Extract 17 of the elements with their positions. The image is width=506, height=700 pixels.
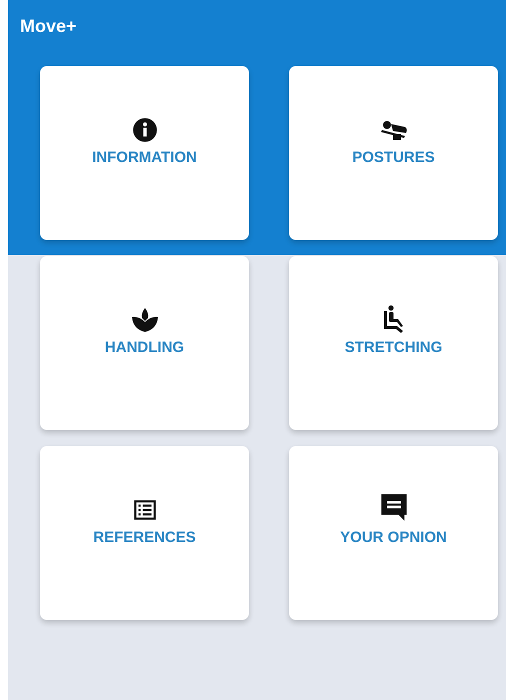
chat-icon <box>380 492 408 522</box>
reclining-person-icon <box>378 118 408 142</box>
menu-tile[interactable]: INFORMATION <box>40 66 249 240</box>
menu-tile[interactable]: POSTURES <box>289 66 498 240</box>
menu-tile[interactable]: REFERENCES <box>40 446 249 620</box>
tile-label: INFORMATION <box>92 148 197 166</box>
tile-label: STRETCHING <box>344 338 442 356</box>
tile-label: REFERENCES <box>93 528 196 546</box>
info-icon <box>132 116 158 142</box>
menu-tile[interactable]: STRETCHING <box>289 256 498 430</box>
menu-tile[interactable]: YOUR OPNION <box>289 446 498 620</box>
app-title: Move+ <box>20 16 77 36</box>
tile-label: HANDLING <box>104 338 184 356</box>
tile-label: YOUR OPNION <box>340 528 447 546</box>
lotus-icon <box>130 306 160 332</box>
menu-tile[interactable]: HANDLING <box>40 256 249 430</box>
tile-label: POSTURES <box>352 148 435 166</box>
